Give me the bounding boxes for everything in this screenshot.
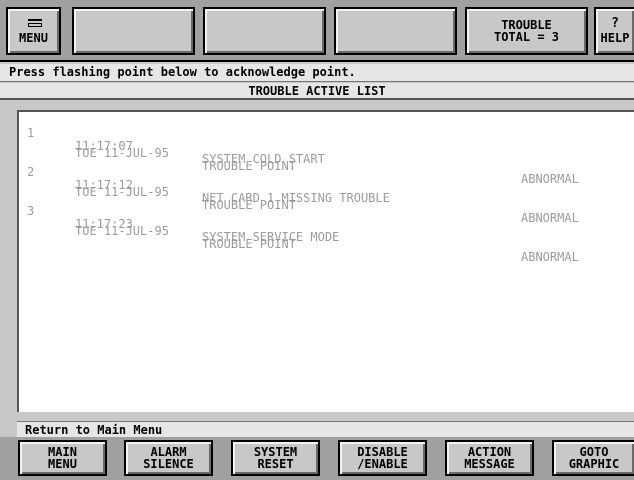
trouble-list: 1 11:17:07 SYSTEM COLD START TUE 11-JUL-… xyxy=(17,110,634,412)
status-line: Return to Main Menu xyxy=(17,421,634,437)
entry-date: TUE 11-JUL-95 xyxy=(75,224,169,238)
alarm-silence-button[interactable]: ALARM SILENCE xyxy=(124,440,213,476)
bottom-button-bar: MAIN MENU ALARM SILENCE SYSTEM RESET DIS… xyxy=(0,437,634,480)
toolbar-blank-button-1[interactable] xyxy=(72,7,195,55)
entry-status: ABNORMAL xyxy=(521,250,579,264)
disable-enable-button[interactable]: DISABLE /ENABLE xyxy=(338,440,427,476)
system-reset-label-2: RESET xyxy=(257,457,294,471)
action-message-label-2: MESSAGE xyxy=(464,457,515,471)
goto-graphic-label-2: GRAPHIC xyxy=(568,457,620,471)
list-item[interactable]: 3 11:17:23 SYSTEM SERVICE MODE TUE 11-JU… xyxy=(19,190,619,264)
help-button-label: HELP xyxy=(600,31,630,45)
alarm-silence-label-2: SILENCE xyxy=(143,457,194,471)
goto-graphic-button[interactable]: GOTO GRAPHIC xyxy=(552,440,634,476)
trouble-total-button[interactable]: TROUBLE TOTAL = 3 xyxy=(465,7,588,55)
list-title: TROUBLE ACTIVE LIST xyxy=(0,83,634,100)
action-message-button[interactable]: ACTION MESSAGE xyxy=(445,440,534,476)
help-button[interactable]: ? HELP xyxy=(594,7,634,55)
main-menu-button[interactable]: MAIN MENU xyxy=(18,440,107,476)
trouble-total-label: TOTAL = 3 xyxy=(493,30,560,44)
system-reset-button[interactable]: SYSTEM RESET xyxy=(231,440,320,476)
list-item[interactable]: 2 11:17:12 NET CARD 1 MISSING TROUBLE TU… xyxy=(19,151,619,225)
instruction-bar: Press flashing point below to acknowledg… xyxy=(0,64,634,82)
menu-button-label: MENU xyxy=(19,31,48,45)
toolbar-blank-button-3[interactable] xyxy=(334,7,457,55)
main-menu-label-2: MENU xyxy=(48,457,77,471)
menu-icon xyxy=(24,18,44,30)
disable-enable-label-2: /ENABLE xyxy=(357,457,408,471)
list-item[interactable]: 1 11:17:07 SYSTEM COLD START TUE 11-JUL-… xyxy=(19,112,619,186)
help-icon: ? xyxy=(611,16,619,31)
entry-type: TROUBLE POINT xyxy=(202,237,296,251)
toolbar-blank-button-2[interactable] xyxy=(203,7,326,55)
top-toolbar: MENU TROUBLE TOTAL = 3 ? HELP xyxy=(0,0,634,62)
menu-button[interactable]: MENU xyxy=(6,7,61,55)
